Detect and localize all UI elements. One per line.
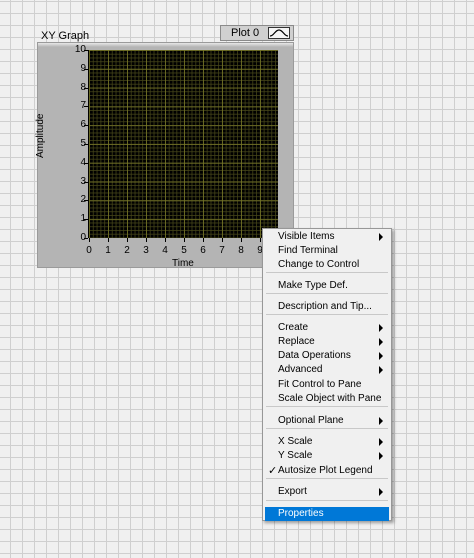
menu-item-data-operations[interactable]: Data Operations: [265, 349, 389, 363]
menu-item-advanced[interactable]: Advanced: [265, 363, 389, 377]
y-tick-mark: [84, 106, 88, 108]
plot-area[interactable]: [88, 50, 278, 238]
menu-item-label: Replace: [278, 336, 315, 347]
submenu-arrow-icon: [379, 233, 383, 241]
y-tick-mark: [84, 68, 88, 70]
y-tick-mark: [84, 162, 88, 164]
menu-item-label: Change to Control: [278, 259, 360, 270]
menu-item-y-scale[interactable]: Y Scale: [265, 449, 389, 463]
y-tick-mark: [84, 238, 88, 239]
context-menu[interactable]: Visible Items Find Terminal Change to Cont…: [262, 228, 392, 521]
x-tick-mark: [260, 238, 261, 242]
menu-item-label: X Scale: [278, 436, 313, 447]
menu-item-find-terminal[interactable]: Find Terminal: [265, 244, 389, 258]
menu-item-x-scale[interactable]: X Scale: [265, 435, 389, 449]
submenu-arrow-icon: [379, 438, 383, 446]
menu-item-change-to-control[interactable]: Change to Control: [265, 258, 389, 272]
graph-title: XY Graph: [41, 30, 90, 42]
submenu-arrow-icon: [379, 338, 383, 346]
menu-separator: [266, 272, 388, 273]
x-tick-mark: [146, 238, 147, 242]
x-tick-label: 8: [238, 245, 244, 256]
menu-separator: [266, 314, 388, 315]
checkmark-icon: ✓: [268, 465, 278, 477]
x-tick-label: 4: [162, 245, 168, 256]
menu-item-label: Visible Items: [278, 231, 335, 242]
menu-item-label: Advanced: [278, 364, 323, 375]
menu-item-label: Optional Plane: [278, 415, 344, 426]
y-tick-mark: [84, 219, 88, 221]
menu-separator: [266, 293, 388, 294]
submenu-arrow-icon: [379, 324, 383, 332]
submenu-arrow-icon: [379, 352, 383, 360]
x-tick-mark: [108, 238, 109, 242]
y-tick-mark: [84, 181, 88, 183]
submenu-arrow-icon: [379, 417, 383, 425]
menu-separator: [266, 500, 388, 501]
menu-item-label: Properties: [278, 508, 324, 519]
menu-item-label: Data Operations: [278, 350, 351, 361]
menu-item-autosize-plot-legend[interactable]: ✓ Autosize Plot Legend: [265, 464, 389, 478]
menu-item-label: Y Scale: [278, 450, 313, 461]
menu-item-label: Scale Object with Pane: [278, 393, 382, 404]
x-tick-label: 5: [181, 245, 187, 256]
menu-item-scale-object-with-pane[interactable]: Scale Object with Pane: [265, 392, 389, 406]
menu-item-label: Fit Control to Pane: [278, 379, 362, 390]
legend-plot-name: Plot 0: [231, 27, 260, 39]
y-tick-mark: [84, 50, 88, 51]
menu-item-replace[interactable]: Replace: [265, 335, 389, 349]
submenu-arrow-icon: [379, 366, 383, 374]
menu-item-description-and-tip[interactable]: Description and Tip...: [265, 300, 389, 314]
x-tick-mark: [241, 238, 242, 242]
y-tick-mark: [84, 144, 88, 145]
menu-item-label: Find Terminal: [278, 245, 338, 256]
x-tick-label: 2: [124, 245, 130, 256]
x-tick-label: 1: [105, 245, 111, 256]
x-tick-mark: [165, 238, 166, 242]
menu-item-properties[interactable]: Properties: [265, 507, 389, 521]
submenu-arrow-icon: [379, 452, 383, 460]
y-tick-mark: [84, 125, 88, 127]
menu-item-visible-items[interactable]: Visible Items: [265, 230, 389, 244]
y-axis-label: Amplitude: [35, 113, 46, 158]
y-tick-mark: [84, 87, 88, 89]
menu-item-label: Description and Tip...: [278, 301, 372, 312]
x-tick-label: 0: [86, 245, 92, 256]
x-tick-label: 3: [143, 245, 149, 256]
menu-item-create[interactable]: Create: [265, 321, 389, 335]
menu-item-label: Make Type Def.: [278, 280, 348, 291]
x-tick-label: 7: [219, 245, 225, 256]
y-tick-mark: [84, 200, 88, 202]
x-tick-mark: [203, 238, 204, 242]
x-tick-label: 6: [200, 245, 206, 256]
menu-separator: [266, 428, 388, 429]
menu-item-make-type-def[interactable]: Make Type Def.: [265, 279, 389, 293]
x-tick-mark: [184, 238, 185, 242]
menu-item-export[interactable]: Export: [265, 485, 389, 499]
plot-legend[interactable]: Plot 0: [220, 25, 294, 41]
menu-item-label: Create: [278, 322, 309, 333]
x-tick-mark: [89, 238, 90, 242]
x-axis-label: Time: [172, 258, 194, 269]
menu-item-optional-plane[interactable]: Optional Plane: [265, 414, 389, 428]
waveform-icon[interactable]: [268, 27, 290, 39]
menu-item-label: Export: [278, 486, 307, 497]
submenu-arrow-icon: [379, 488, 383, 496]
x-tick-mark: [127, 238, 128, 242]
x-tick-mark: [222, 238, 223, 242]
menu-item-fit-control-to-pane[interactable]: Fit Control to Pane: [265, 378, 389, 392]
menu-separator: [266, 478, 388, 479]
menu-separator: [266, 406, 388, 407]
menu-item-label: Autosize Plot Legend: [278, 465, 373, 476]
